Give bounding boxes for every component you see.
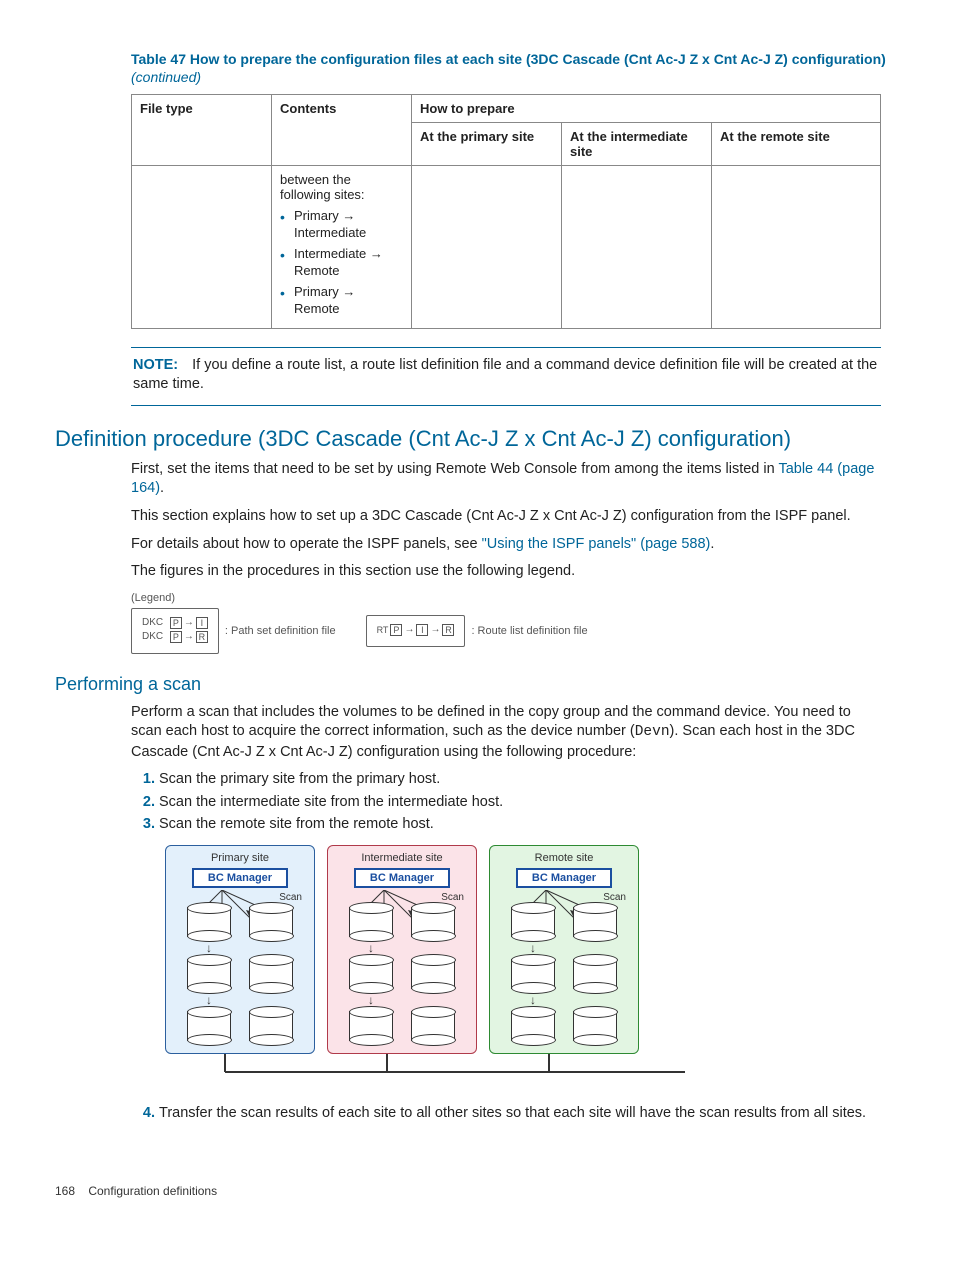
chapter-title: Configuration definitions xyxy=(88,1184,217,1198)
legend-routelist-label: : Route list definition file xyxy=(471,625,587,637)
list-item: Transfer the scan results of each site t… xyxy=(159,1104,881,1124)
list-item: Scan the intermediate site from the inte… xyxy=(159,793,881,813)
table-caption: Table 47 How to prepare the configuratio… xyxy=(131,50,899,86)
list-item: Primary → Intermediate xyxy=(280,208,403,242)
diagram-intermediate-site: Intermediate site BC Manager Scan ↓ ↓ xyxy=(327,845,477,1054)
legend-routelist-card: RTP→I→R xyxy=(366,615,466,647)
para: First, set the items that need to be set… xyxy=(131,460,881,499)
section-heading-scan: Performing a scan xyxy=(55,674,899,695)
legend-title: (Legend) xyxy=(131,592,899,604)
th-remote: At the remote site xyxy=(712,123,881,166)
table-caption-continued: (continued) xyxy=(131,69,201,85)
page-number: 168 xyxy=(55,1184,85,1198)
bus-line-icon xyxy=(165,1052,725,1092)
scan-steps-list-cont: Transfer the scan results of each site t… xyxy=(131,1104,881,1124)
list-item: Scan the remote site from the remote hos… xyxy=(159,815,881,835)
th-primary: At the primary site xyxy=(412,123,562,166)
para: This section explains how to set up a 3D… xyxy=(131,507,881,527)
contents-intro: between the following sites: xyxy=(280,172,365,202)
cell-contents: between the following sites: Primary → I… xyxy=(272,166,412,328)
para: Perform a scan that includes the volumes… xyxy=(131,703,881,763)
note-label: NOTE: xyxy=(133,357,178,373)
note-text: If you define a route list, a route list… xyxy=(133,357,877,393)
legend-pathset-card: DKC P→I DKC P→R xyxy=(131,608,219,654)
section-heading-definition: Definition procedure (3DC Cascade (Cnt A… xyxy=(55,426,899,452)
list-item: Primary → Remote xyxy=(280,284,403,318)
code-devn: Devn xyxy=(635,724,670,740)
diagram-remote-site: Remote site BC Manager Scan ↓ ↓ xyxy=(489,845,639,1054)
config-table: File type Contents How to prepare At the… xyxy=(131,94,881,328)
th-intermediate: At the intermediate site xyxy=(562,123,712,166)
bc-manager-box: BC Manager xyxy=(192,868,288,888)
th-contents: Contents xyxy=(272,95,412,166)
cell-intermediate xyxy=(562,166,712,328)
bc-manager-box: BC Manager xyxy=(354,868,450,888)
cell-remote xyxy=(712,166,881,328)
th-filetype: File type xyxy=(132,95,272,166)
diagram-primary-site: Primary site BC Manager Scan ↓ ↓ xyxy=(165,845,315,1054)
link-ispf-panels[interactable]: "Using the ISPF panels" (page 588) xyxy=(482,536,711,552)
note-box: NOTE: If you define a route list, a rout… xyxy=(131,347,881,406)
table-caption-main: Table 47 How to prepare the configuratio… xyxy=(131,51,886,67)
page-footer: 168 Configuration definitions xyxy=(55,1184,899,1198)
scan-steps-list: Scan the primary site from the primary h… xyxy=(131,770,881,835)
para: The figures in the procedures in this se… xyxy=(131,562,881,582)
list-item: Scan the primary site from the primary h… xyxy=(159,770,881,790)
list-item: Intermediate → Remote xyxy=(280,246,403,280)
th-howto: How to prepare xyxy=(412,95,881,123)
para: For details about how to operate the ISP… xyxy=(131,535,881,555)
scan-diagram: Primary site BC Manager Scan ↓ ↓ Interme… xyxy=(165,845,765,1092)
legend-pathset-label: : Path set definition file xyxy=(225,625,336,637)
bc-manager-box: BC Manager xyxy=(516,868,612,888)
table-row: between the following sites: Primary → I… xyxy=(132,166,881,328)
cell-filetype xyxy=(132,166,272,328)
contents-bullets: Primary → Intermediate Intermediate → Re… xyxy=(280,208,403,317)
cell-primary xyxy=(412,166,562,328)
legend: (Legend) DKC P→I DKC P→R : Path set defi… xyxy=(131,592,899,654)
